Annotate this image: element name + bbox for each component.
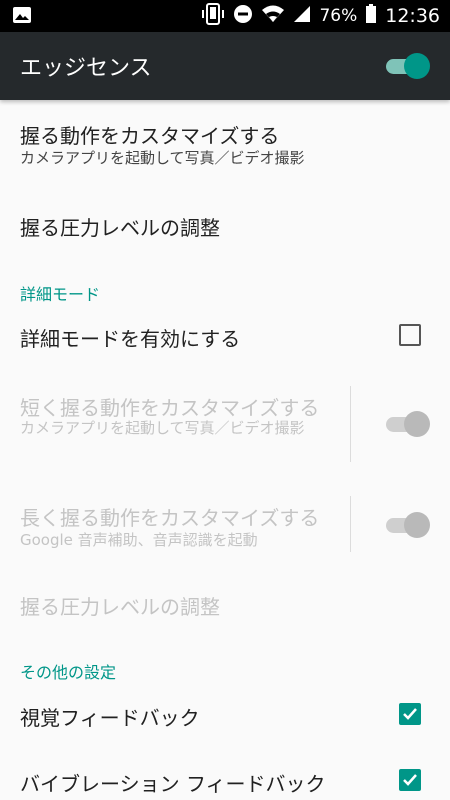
signal-icon (293, 5, 311, 28)
status-bar: 76% 12:36 (0, 0, 450, 32)
page-title: エッジセンス (20, 56, 152, 81)
check-icon (403, 708, 417, 720)
short-squeeze-title: 短く握る動作をカスタマイズする (20, 396, 320, 420)
long-squeeze-title: 長く握る動作をカスタマイズする (20, 506, 320, 530)
short-squeeze-summary: カメラアプリを起動して写真／ビデオ撮影 (20, 419, 305, 437)
enable-advanced-item[interactable]: 詳細モードを有効にする (0, 306, 450, 364)
adjust-pressure-item[interactable]: 握る圧力レベルの調整 (0, 188, 450, 264)
check-icon (403, 774, 417, 786)
long-squeeze-switch[interactable] (386, 512, 430, 538)
short-squeeze-switch[interactable] (386, 411, 430, 437)
visual-feedback-title: 視覚フィードバック (20, 706, 200, 730)
battery-percent: 76% (319, 6, 358, 26)
adjust-pressure-advanced-item[interactable]: 握る圧力レベルの調整 (0, 576, 450, 638)
adjust-pressure-advanced-title: 握る圧力レベルの調整 (20, 595, 220, 619)
image-icon (12, 6, 32, 24)
enable-advanced-title: 詳細モードを有効にする (20, 327, 241, 351)
phone-vibrate-icon (201, 2, 225, 30)
master-switch[interactable] (386, 53, 430, 79)
customize-squeeze-title: 握る動作をカスタマイズする (20, 124, 280, 148)
adjust-pressure-title: 握る圧力レベルの調整 (20, 216, 220, 240)
divider (350, 386, 351, 462)
battery-icon (365, 3, 377, 29)
advanced-section-header: 詳細モード (20, 285, 101, 304)
other-section-header: その他の設定 (20, 663, 117, 682)
enable-advanced-checkbox[interactable] (399, 324, 421, 346)
divider (350, 496, 351, 552)
vibration-feedback-title: バイブレーション フィードバック (20, 772, 326, 796)
clock: 12:36 (385, 5, 440, 27)
do-not-disturb-icon (233, 4, 253, 29)
long-squeeze-summary: Google 音声補助、音声認識を起動 (20, 531, 258, 549)
customize-squeeze-item[interactable]: 握る動作をカスタマイズする カメラアプリを起動して写真／ビデオ撮影 (0, 100, 450, 188)
visual-feedback-item[interactable]: 視覚フィードバック (0, 684, 450, 744)
short-squeeze-item[interactable]: 短く握る動作をカスタマイズする カメラアプリを起動して写真／ビデオ撮影 (0, 380, 450, 472)
switch-thumb (404, 53, 430, 79)
wifi-icon (261, 4, 285, 29)
long-squeeze-item[interactable]: 長く握る動作をカスタマイズする Google 音声補助、音声認識を起動 (0, 490, 450, 562)
visual-feedback-checkbox[interactable] (399, 703, 421, 725)
switch-thumb (404, 411, 430, 437)
app-bar: エッジセンス (0, 32, 450, 100)
vibration-feedback-checkbox[interactable] (399, 769, 421, 791)
customize-squeeze-summary: カメラアプリを起動して写真／ビデオ撮影 (20, 149, 305, 167)
vibration-feedback-item[interactable]: バイブレーション フィードバック (0, 750, 450, 800)
switch-thumb (404, 512, 430, 538)
